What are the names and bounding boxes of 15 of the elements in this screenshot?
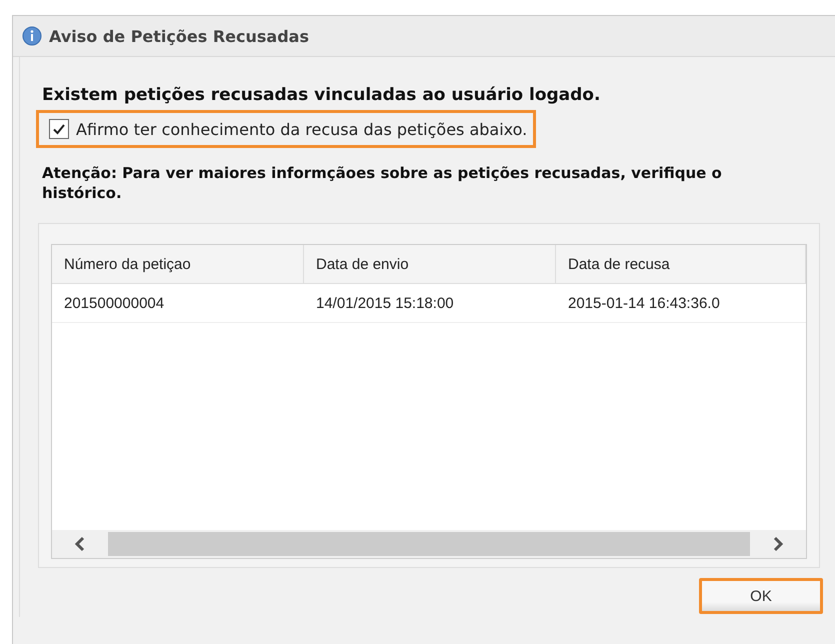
table-cell-text: 201500000004 [63, 294, 166, 314]
ok-button[interactable]: OK [699, 578, 823, 614]
column-header[interactable]: Data de envio [304, 245, 556, 283]
horizontal-scrollbar[interactable] [52, 530, 806, 558]
checkbox[interactable] [49, 119, 69, 139]
table-cell-text: 14/01/2015 15:18:00 [315, 294, 455, 314]
table-cell-text: 2015-01-14 16:43:36.0 [567, 294, 721, 314]
heading-text: Existem petições recusadas vinculadas ao usuário logado. [42, 85, 602, 105]
window-title: Aviso de Petições Recusadas [49, 26, 309, 46]
column-header[interactable]: Número da petiçao [52, 245, 304, 283]
scrollbar-thumb[interactable] [108, 532, 750, 556]
acknowledge-checkbox-row[interactable]: Afirmo ter conhecimento da recusa das petições abaixo. [36, 110, 536, 148]
column-header[interactable]: Data de recusa [556, 245, 806, 283]
notice-text: Atenção: Para ver maiores informçãoes sobre as petições recusadas, verifique o histórico. [42, 164, 723, 203]
info-icon [22, 26, 42, 46]
